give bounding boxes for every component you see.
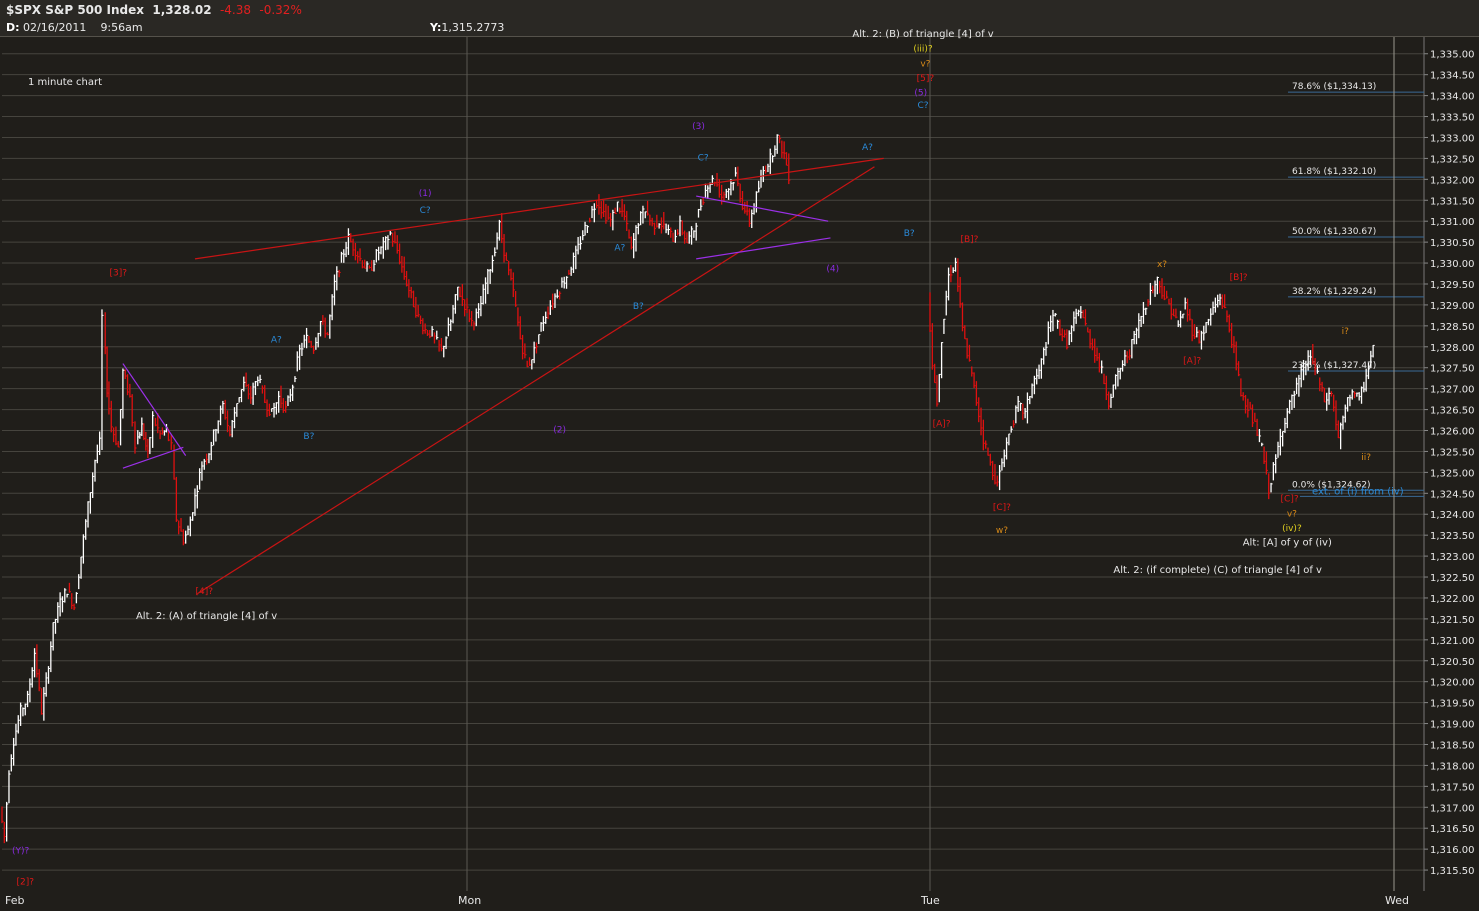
y-tick-label: 1,328.50 <box>1430 322 1475 333</box>
y-tick-label: 1,318.50 <box>1430 740 1475 751</box>
annotation-text: Alt. 2: (if complete) (C) of triangle [4… <box>1113 565 1322 576</box>
y-tick-label: 1,326.00 <box>1430 427 1475 438</box>
fib-level-label: 38.2% ($1,329.24) <box>1292 287 1376 297</box>
wave-label: B? <box>904 229 915 239</box>
y-tick-label: 1,320.00 <box>1430 678 1475 689</box>
y-tick-label: 1,316.00 <box>1430 845 1475 856</box>
annotation-text: Alt. 2: (A) of triangle [4] of v <box>136 611 277 622</box>
y-tick-label: 1,317.50 <box>1430 782 1475 793</box>
wave-label: i? <box>1342 327 1350 337</box>
x-tick-label: Mon <box>458 894 481 907</box>
y-tick-label: 1,327.00 <box>1430 385 1475 396</box>
x-tick-label: Feb <box>5 894 24 907</box>
y-tick-label: 1,322.00 <box>1430 594 1475 605</box>
y-tick-label: 1,333.50 <box>1430 113 1475 124</box>
extension-label: ext. of (i) from (iv) <box>1312 486 1404 497</box>
wave-label: C? <box>918 101 929 111</box>
y-tick-label: 1,323.50 <box>1430 531 1475 542</box>
fib-level-label: 23.6% ($1,327.47) <box>1292 361 1376 371</box>
y-tick-label: 1,335.00 <box>1430 50 1475 61</box>
wave-label: [C]? <box>1281 495 1299 505</box>
wave-label: w? <box>996 526 1008 536</box>
y-tick-label: 1,330.50 <box>1430 238 1475 249</box>
y-tick-label: 1,323.00 <box>1430 552 1475 563</box>
y-tick-label: 1,324.00 <box>1430 510 1475 521</box>
wave-label: A? <box>271 336 282 346</box>
wave-label: B? <box>303 432 314 442</box>
y-tick-label: 1,329.50 <box>1430 280 1475 291</box>
y-tick-label: 1,332.50 <box>1430 154 1475 165</box>
wave-label: B? <box>633 302 644 312</box>
y-tick-label: 1,329.00 <box>1430 301 1475 312</box>
wave-label: x? <box>1157 260 1167 270</box>
y-tick-label: 1,315.50 <box>1430 866 1475 877</box>
y-tick-label: 1,334.00 <box>1430 92 1475 103</box>
wave-label: v? <box>1287 509 1297 519</box>
wave-label: [2]? <box>16 878 34 888</box>
wave-label: [5]? <box>917 74 935 84</box>
wave-label: [B]? <box>960 235 978 245</box>
price-chart[interactable]: 1,315.50 1,316.00 1,316.50 1,317.00 1,317.50… <box>0 0 1479 911</box>
y-tick-label: 1,332.00 <box>1430 175 1475 186</box>
y-tick-label: 1,321.50 <box>1430 615 1475 626</box>
wave-label: v? <box>920 59 930 69</box>
y-tick-label: 1,318.00 <box>1430 761 1475 772</box>
wave-label: C? <box>420 206 431 216</box>
plot-area <box>2 37 1424 891</box>
y-tick-label: 1,319.50 <box>1430 699 1475 710</box>
wave-label: [B]? <box>1230 273 1248 283</box>
y-tick-label: 1,320.50 <box>1430 657 1475 668</box>
annotation-text: Alt: [A] of y of (iv) <box>1243 538 1332 549</box>
y-tick-label: 1,331.50 <box>1430 196 1475 207</box>
fib-level-label: 61.8% ($1,332.10) <box>1292 167 1376 177</box>
y-tick-label: 1,328.00 <box>1430 343 1475 354</box>
wave-label: [A]? <box>1183 357 1201 367</box>
y-tick-label: 1,319.00 <box>1430 720 1475 731</box>
y-tick-label: 1,324.50 <box>1430 489 1475 500</box>
x-tick-label: Tue <box>920 894 940 907</box>
wave-label: ii? <box>1361 453 1371 463</box>
y-tick-label: 1,333.00 <box>1430 133 1475 144</box>
chart-title: 1 minute chart <box>28 77 102 88</box>
wave-label: (iv)? <box>1282 524 1302 534</box>
y-tick-label: 1,321.00 <box>1430 636 1475 647</box>
wave-label: A? <box>614 244 625 254</box>
fib-level-label: 78.6% ($1,334.13) <box>1292 82 1376 92</box>
wave-label: C? <box>698 153 709 163</box>
wave-label: (4) <box>826 264 839 274</box>
y-tick-label: 1,330.00 <box>1430 259 1475 270</box>
wave-label: (iii)? <box>913 45 933 55</box>
wave-label: (5) <box>914 89 927 99</box>
y-tick-label: 1,327.50 <box>1430 364 1475 375</box>
wave-label: (1) <box>419 189 432 199</box>
y-tick-label: 1,331.00 <box>1430 217 1475 228</box>
fib-level-label: 50.0% ($1,330.67) <box>1292 227 1376 237</box>
y-tick-label: 1,325.50 <box>1430 447 1475 458</box>
wave-label: (2) <box>553 426 566 436</box>
y-tick-label: 1,334.50 <box>1430 71 1475 82</box>
wave-label: (3) <box>692 122 705 132</box>
wave-label: [C]? <box>993 503 1011 513</box>
y-tick-label: 1,322.50 <box>1430 573 1475 584</box>
annotation-text: Alt. 2: (B) of triangle [4] of v <box>852 29 993 40</box>
y-tick-label: 1,326.50 <box>1430 406 1475 417</box>
y-tick-label: 1,316.50 <box>1430 824 1475 835</box>
wave-label: [A]? <box>933 419 951 429</box>
wave-label: A? <box>862 143 873 153</box>
wave-label: (Y)? <box>12 846 30 856</box>
x-tick-label: Wed <box>1385 894 1409 907</box>
y-tick-label: 1,325.00 <box>1430 468 1475 479</box>
y-tick-label: 1,317.00 <box>1430 803 1475 814</box>
wave-label: [3]? <box>109 269 127 279</box>
wave-label: [4]? <box>196 587 214 597</box>
